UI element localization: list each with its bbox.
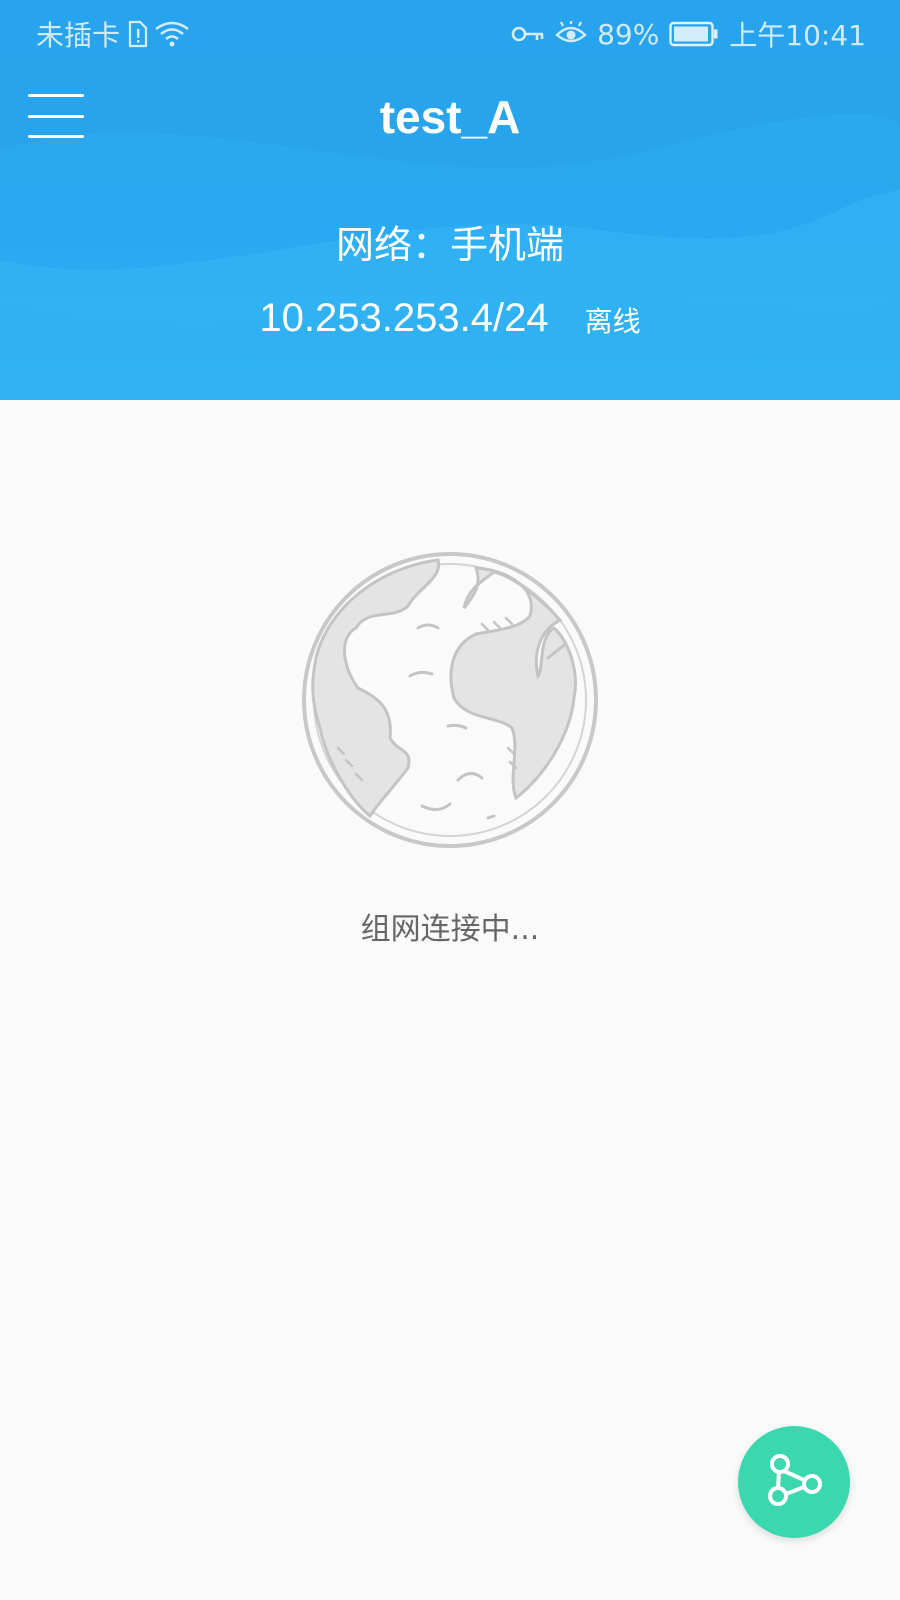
vpn-key-icon	[511, 24, 545, 44]
status-bar: 未插卡 89% 上午10:41	[0, 0, 900, 62]
network-label: 网络：手机端	[335, 223, 564, 267]
globe-icon	[298, 548, 602, 852]
clock-time: 上午10:41	[729, 19, 866, 52]
carrier-text: 未插卡	[36, 19, 121, 52]
connecting-text: 组网连接中...	[360, 912, 540, 947]
header: 未插卡 89% 上午10:41 test_A 网络：手机端 10.253.253…	[0, 0, 900, 400]
wifi-icon	[154, 20, 190, 48]
page-title: test_A	[379, 91, 521, 143]
sim-card-icon	[126, 20, 148, 48]
battery-icon	[669, 21, 719, 47]
battery-percent: 89%	[597, 17, 660, 51]
eye-icon	[555, 21, 587, 47]
network-share-button[interactable]	[738, 1426, 850, 1538]
network-share-icon	[762, 1448, 826, 1516]
status-badge: 离线	[584, 305, 641, 338]
ip-row: 10.253.253.4/24 离线	[0, 296, 900, 341]
ip-address: 10.253.253.4/24	[259, 296, 549, 340]
